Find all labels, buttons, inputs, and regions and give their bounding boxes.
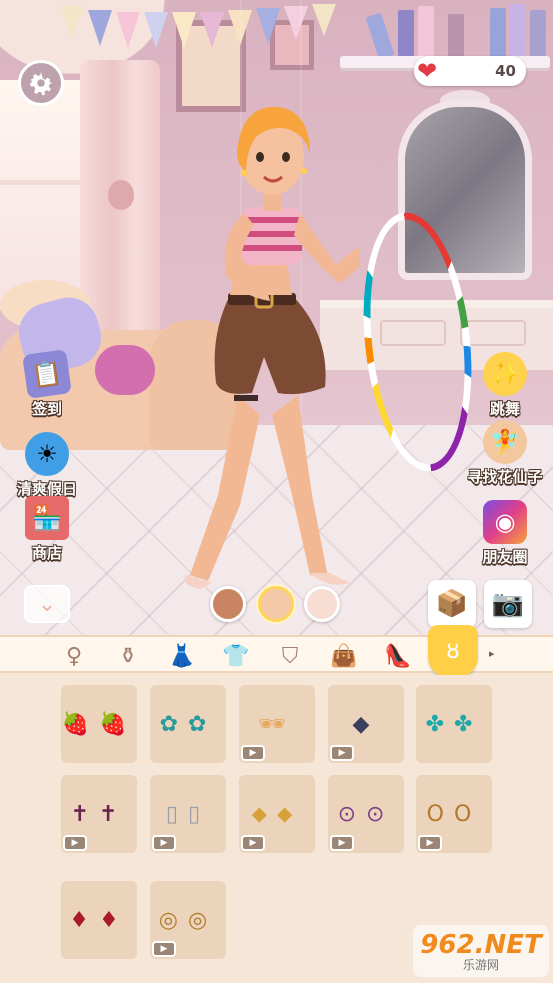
checkin-button[interactable]: 📋 签到 xyxy=(8,349,86,419)
fairy-icon: 🧚 xyxy=(483,420,527,464)
tab-accessories[interactable]: ȣ xyxy=(428,625,478,677)
shop-label: 商店 xyxy=(31,544,62,562)
item-card-gold-hoops[interactable]: OO ▶ xyxy=(416,775,492,853)
dance-button[interactable]: ✨ 跳舞 xyxy=(466,352,544,419)
item-card-charm-earrings[interactable]: ⊙⊙ ▶ xyxy=(328,775,404,853)
tab-dress[interactable]: 👗 xyxy=(162,640,202,672)
watch-video-icon: ▶ xyxy=(152,941,176,957)
tab-top[interactable]: 👕 xyxy=(216,640,256,672)
shop-icon: 🏪 xyxy=(25,496,69,540)
tab-skirt[interactable]: ⛉ xyxy=(270,640,310,672)
tab-makeup[interactable]: ⚱ xyxy=(108,640,148,672)
camera-icon: 📷 xyxy=(491,589,525,619)
scroll-right-arrow-icon[interactable]: ▸ xyxy=(489,647,495,660)
find-fairy-button[interactable]: 🧚 寻找花仙子 xyxy=(455,420,553,487)
tab-bag[interactable]: 👜 xyxy=(324,640,364,672)
dress-icon: 👗 xyxy=(168,643,196,669)
swirl-glasses-icon: ◎◎ xyxy=(158,907,218,933)
find-fairy-label: 寻找花仙子 xyxy=(467,468,543,486)
item-card-swirl-glasses[interactable]: ◎◎ ▶ xyxy=(150,881,226,959)
item-card-clover-studs[interactable]: ✤✤ xyxy=(416,685,492,763)
calendar-icon: 📋 xyxy=(22,349,72,399)
hearts-counter: ❤ 40 xyxy=(414,56,526,86)
character-avatar[interactable] xyxy=(160,95,360,595)
silver-hoops-icon: ▯▯ xyxy=(165,801,211,827)
shop-button[interactable]: 🏪 商店 xyxy=(8,496,86,563)
shirt-icon: 👕 xyxy=(222,643,250,669)
moments-label: 朋友圈 xyxy=(482,548,528,566)
chevron-down-icon: ⌄ xyxy=(37,591,57,617)
item-card-strawberry-earrings[interactable]: 🍓🍓 xyxy=(61,685,137,763)
charm-earrings-icon: ⊙⊙ xyxy=(337,801,395,827)
item-card-cross-earrings[interactable]: ✝✝ ▶ xyxy=(61,775,137,853)
moments-button[interactable]: ◉ 朋友圈 xyxy=(466,500,544,567)
shoe-icon: 👠 xyxy=(384,643,412,669)
box-icon: 📦 xyxy=(435,589,469,619)
checkin-label: 签到 xyxy=(31,400,62,418)
watch-video-icon: ▶ xyxy=(330,745,354,761)
hearts-count: 40 xyxy=(495,62,516,80)
tab-hair[interactable]: ♀ xyxy=(54,640,94,672)
hair-icon: ♀ xyxy=(65,643,83,669)
sunglasses-icon: 🕶 xyxy=(258,711,296,737)
clover-studs-icon: ✤✤ xyxy=(425,711,483,737)
dance-stage-icon: ✨ xyxy=(483,352,527,396)
wardrobe-box-button[interactable]: 📦 xyxy=(428,580,476,628)
red-drops-icon: ♦♦ xyxy=(69,907,129,933)
watch-video-icon: ▶ xyxy=(152,835,176,851)
settings-button[interactable] xyxy=(18,60,64,106)
holiday-icon: ☀ xyxy=(25,432,69,476)
crystal-drop-icon: ◆ xyxy=(352,711,380,737)
gem-drops-icon: ⬥⬥ xyxy=(251,801,303,827)
item-card-flower-studs[interactable]: ✿✿ xyxy=(150,685,226,763)
watch-video-icon: ▶ xyxy=(63,835,87,851)
cross-earrings-icon: ✝✝ xyxy=(70,801,128,827)
tab-shoes[interactable]: 👠 xyxy=(378,640,418,672)
watch-video-icon: ▶ xyxy=(241,835,265,851)
skirt-icon: ⛉ xyxy=(281,643,299,669)
gold-hoops-icon: OO xyxy=(426,801,482,827)
flower-studs-icon: ✿✿ xyxy=(159,711,217,737)
collapse-ui-button[interactable]: ⌄ xyxy=(24,585,70,623)
item-card-sunglasses[interactable]: 🕶 ▶ xyxy=(239,685,315,763)
watch-video-icon: ▶ xyxy=(418,835,442,851)
item-card-silver-hoops[interactable]: ▯▯ ▶ xyxy=(150,775,226,853)
pillow xyxy=(95,345,155,395)
item-card-crystal-drop[interactable]: ◆ ▶ xyxy=(328,685,404,763)
skin-tone-swatch-selected[interactable] xyxy=(258,586,294,622)
holiday-event-button[interactable]: ☀ 清爽假日 xyxy=(8,432,86,499)
strawberry-earrings-icon: 🍓🍓 xyxy=(61,711,137,737)
bag-icon: 👜 xyxy=(330,643,358,669)
skin-tone-swatch[interactable] xyxy=(304,586,340,622)
dance-label: 跳舞 xyxy=(489,400,520,418)
watermark-line2: 乐游网 xyxy=(462,957,499,972)
watch-video-icon: ▶ xyxy=(330,835,354,851)
camera-button[interactable]: 📷 xyxy=(484,580,532,628)
category-bar: ♀ ⚱ 👗 👕 ⛉ 👜 👠 ȣ ▸ xyxy=(0,625,553,677)
watch-video-icon: ▶ xyxy=(241,745,265,761)
camera-app-icon: ◉ xyxy=(483,500,527,544)
item-card-gem-drops[interactable]: ⬥⬥ ▶ xyxy=(239,775,315,853)
gear-icon xyxy=(29,71,53,96)
item-card-red-drops[interactable]: ♦♦ xyxy=(61,881,137,959)
watermark-logo: 962.NET 乐游网 xyxy=(413,925,549,977)
heart-icon: ❤ xyxy=(417,57,438,85)
makeup-icon: ⚱ xyxy=(118,643,138,669)
earring-icon: ȣ xyxy=(446,638,460,664)
skin-tone-swatch[interactable] xyxy=(210,586,246,622)
